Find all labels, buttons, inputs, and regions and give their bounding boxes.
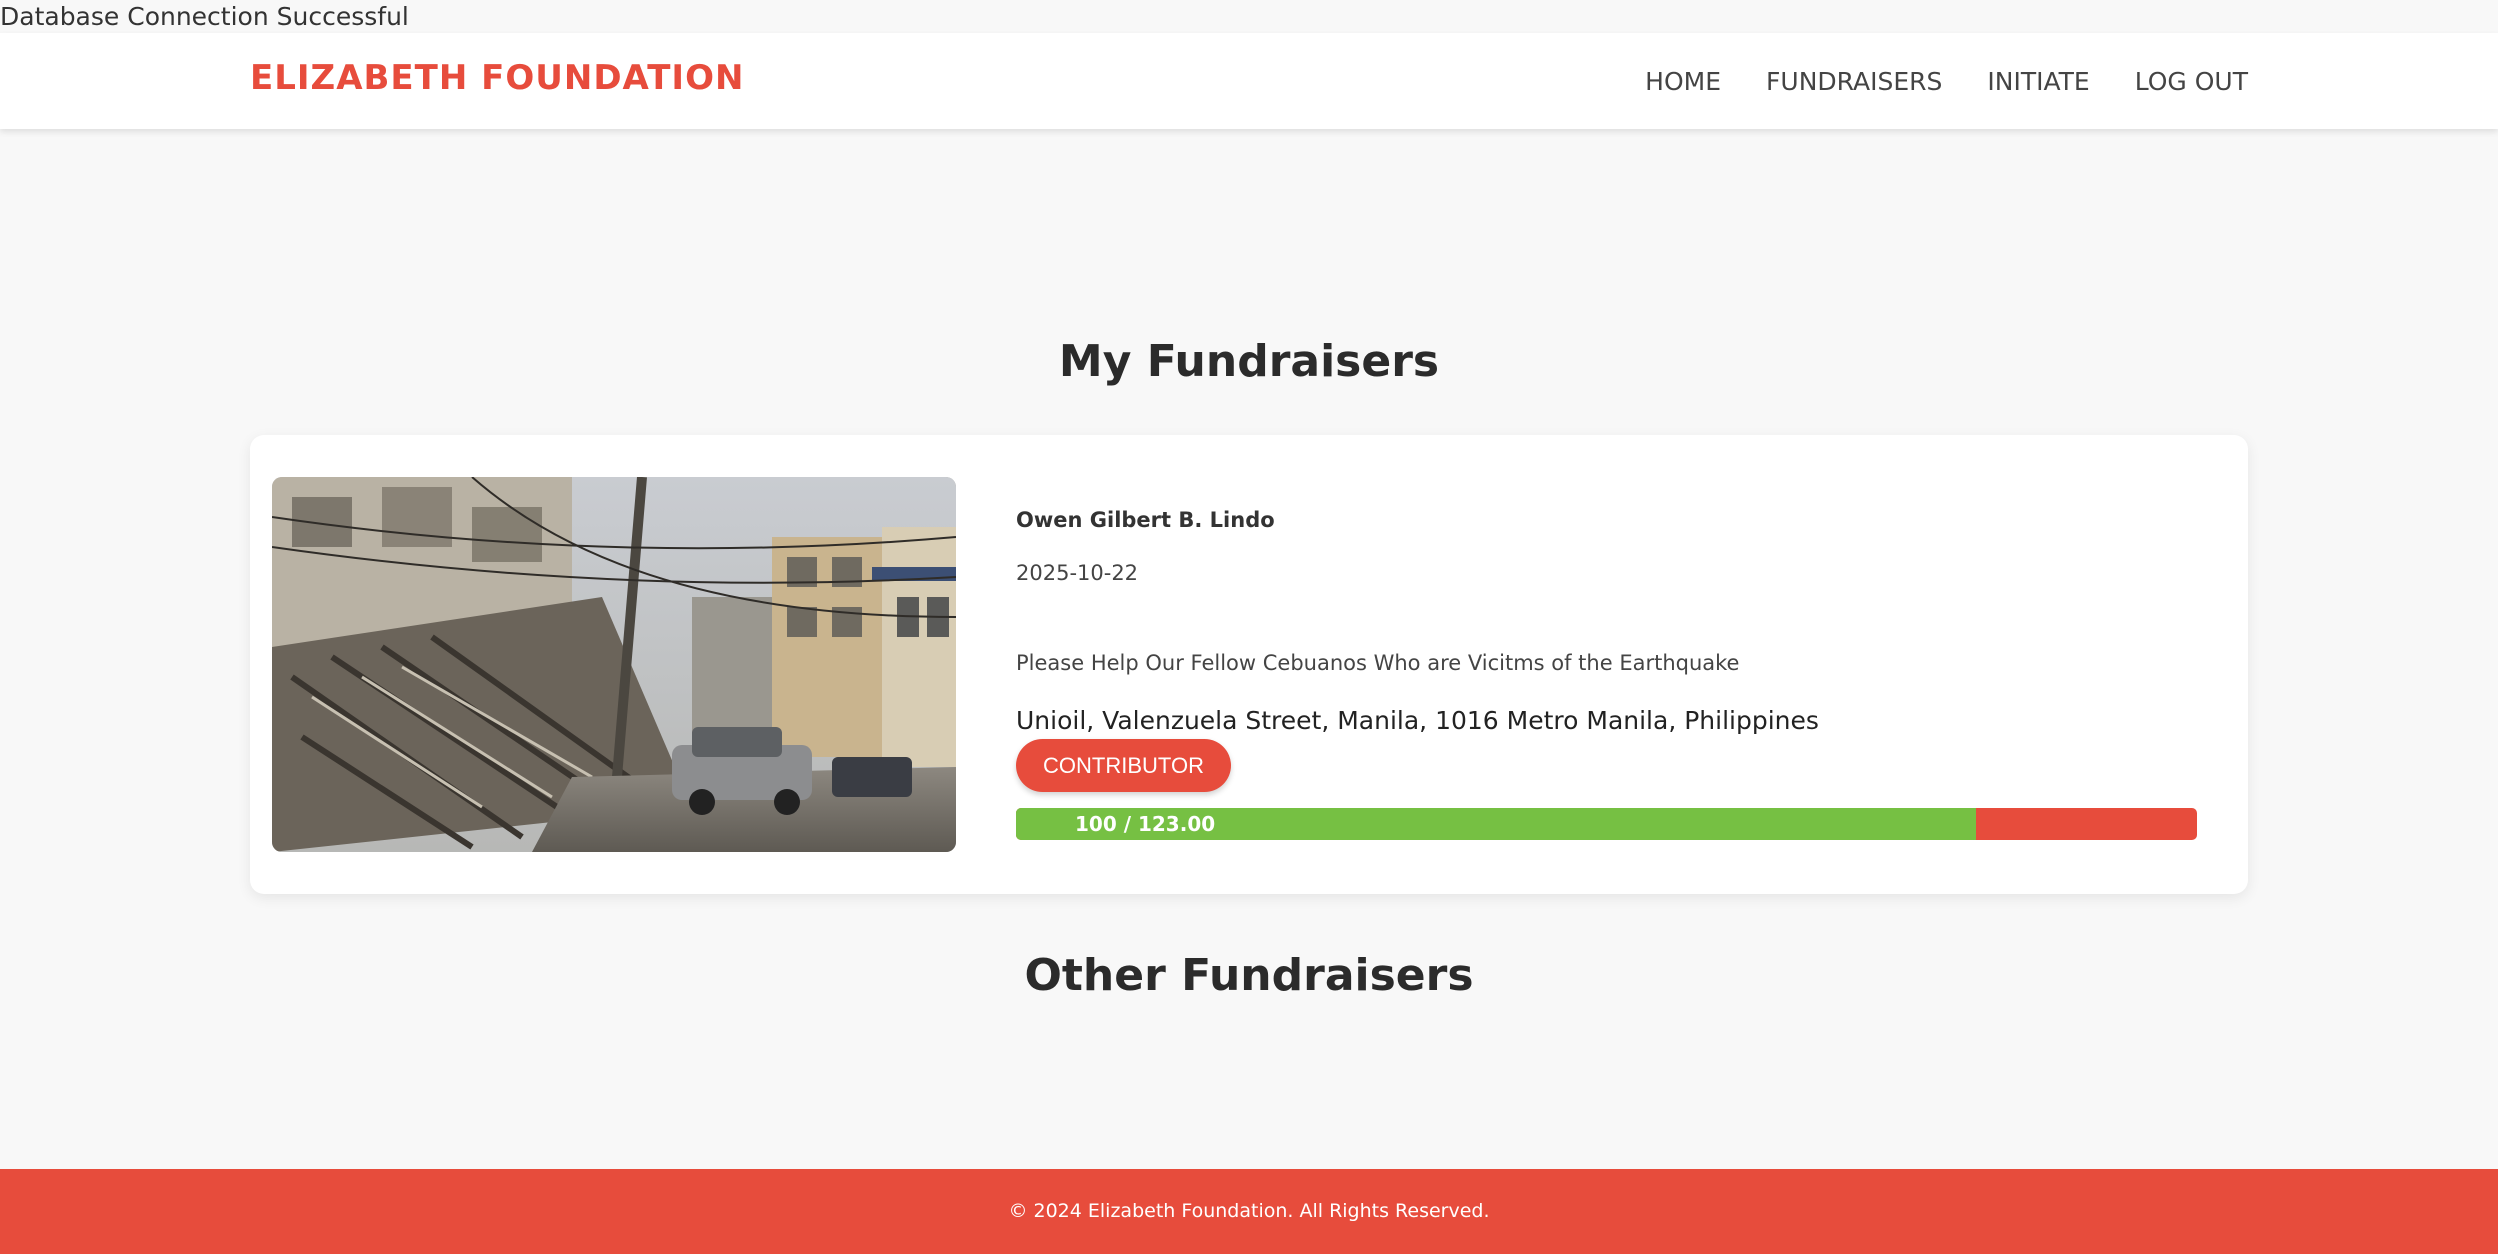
navbar: ELIZABETH FOUNDATION HOME FUNDRAISERS IN… [0,33,2498,129]
fundraiser-location: Unioil, Valenzuela Street, Manila, 1016 … [1016,706,1819,735]
nav-logout-link[interactable]: LOG OUT [2135,67,2248,96]
other-fundraisers-heading: Other Fundraisers [1024,950,1474,1001]
fundraiser-card: Owen Gilbert B. Lindo 2025-10-22 Please … [250,435,2248,894]
nav-home-link[interactable]: HOME [1645,67,1721,96]
database-status-message: Database Connection Successful [0,2,409,31]
my-fundraisers-heading: My Fundraisers [1058,336,1440,387]
nav-fundraisers-link[interactable]: FUNDRAISERS [1766,67,1942,96]
organizer-name: Owen Gilbert B. Lindo [1016,508,1275,532]
progress-label: 100 / 123.00 [1075,812,1216,836]
contributor-button[interactable]: CONTRIBUTOR [1016,739,1231,792]
page: Database Connection Successful ELIZABETH… [0,0,2498,1254]
main-nav: HOME FUNDRAISERS INITIATE LOG OUT [1645,33,2248,129]
fundraiser-date: 2025-10-22 [1016,561,1139,585]
fundraiser-image [272,477,956,852]
fundraiser-description: Please Help Our Fellow Cebuanos Who are … [1016,651,1740,675]
brand-logo-text[interactable]: ELIZABETH FOUNDATION [250,58,744,98]
footer: © 2024 Elizabeth Foundation. All Rights … [0,1169,2498,1254]
footer-copyright: © 2024 Elizabeth Foundation. All Rights … [1008,1200,1490,1222]
progress-bar: 100 / 123.00 [1016,808,2197,840]
earthquake-photo-illustration [272,477,956,852]
nav-initiate-link[interactable]: INITIATE [1987,67,2089,96]
